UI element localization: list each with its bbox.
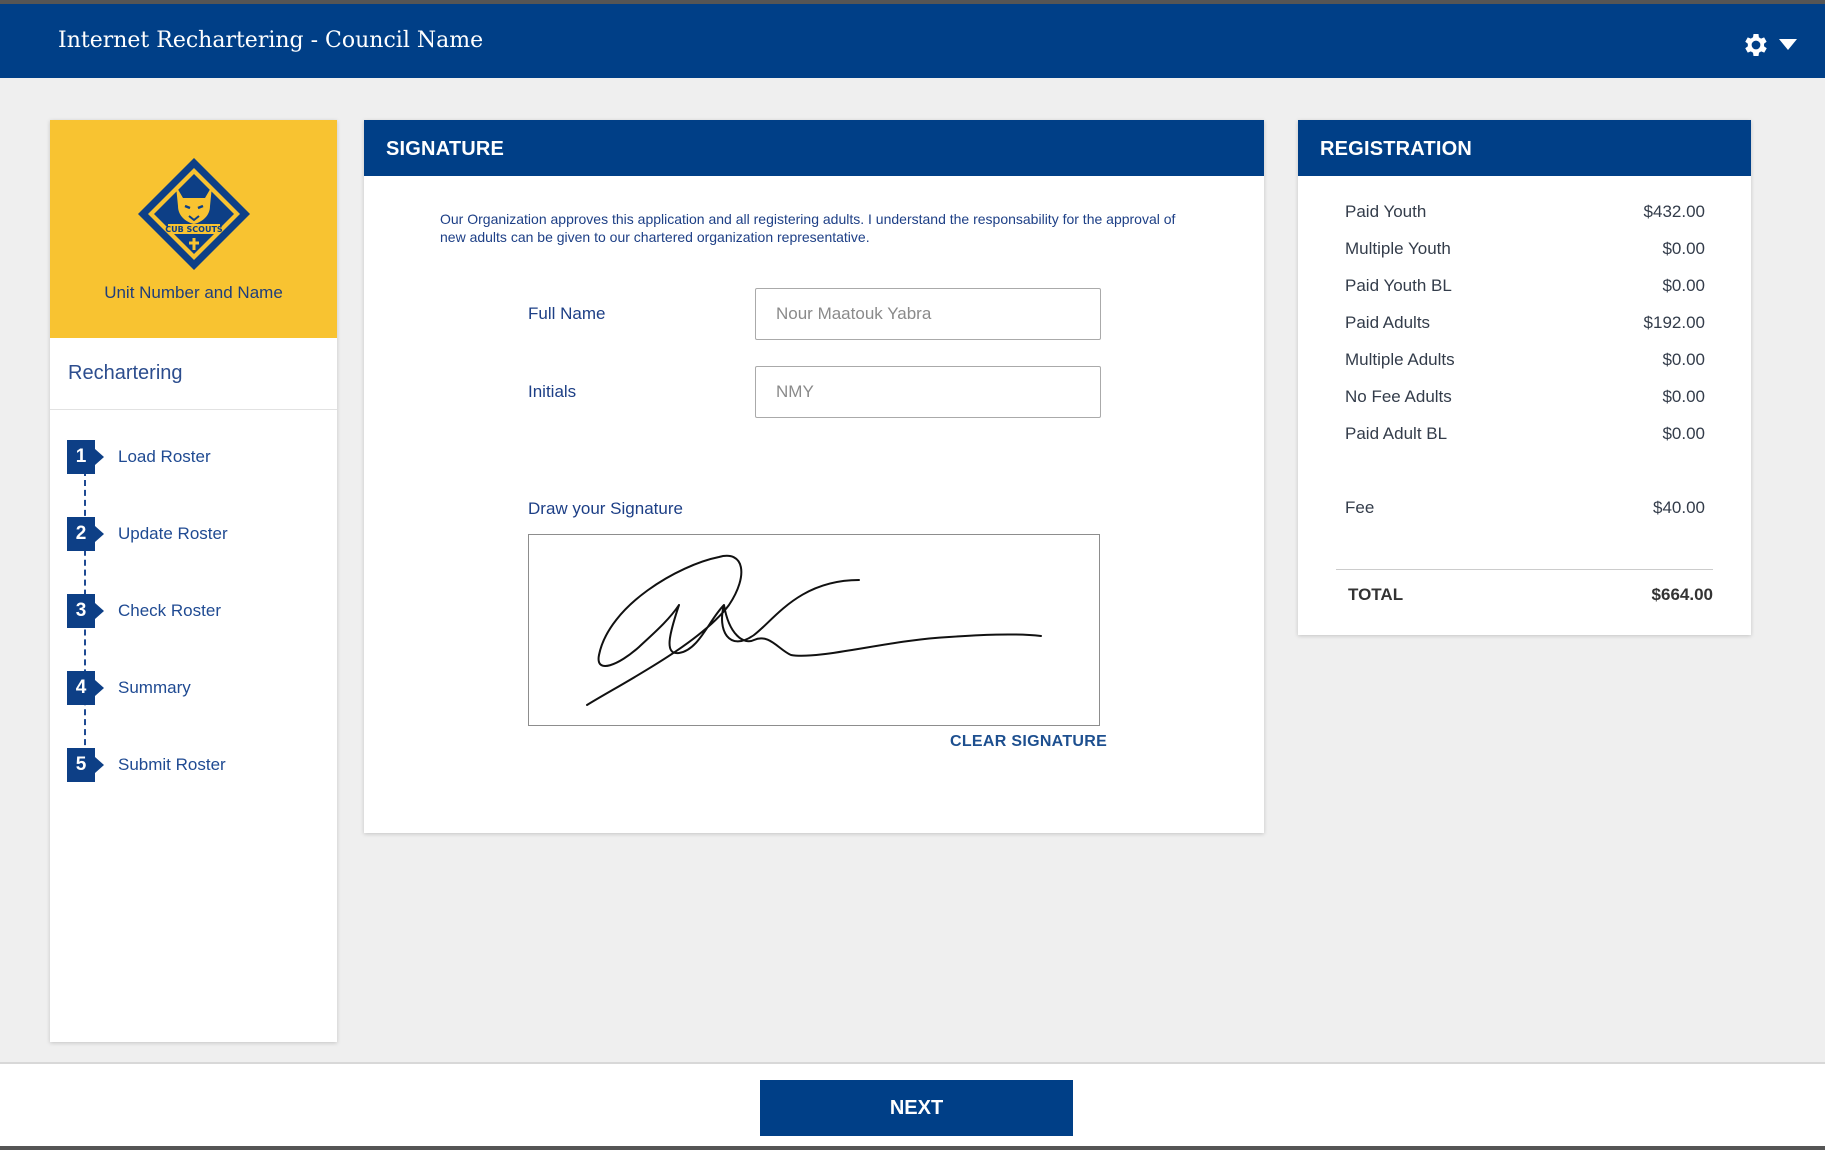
signature-pad[interactable]	[528, 534, 1100, 726]
fee-row: Fee $40.00	[1345, 498, 1705, 518]
row-label: Paid Adults	[1345, 313, 1431, 332]
row-label: Multiple Youth	[1345, 239, 1451, 258]
registration-header: REGISTRATION	[1298, 120, 1751, 176]
registration-row: Multiple Youth $0.00	[1345, 239, 1705, 259]
draw-signature-label: Draw your Signature	[528, 499, 683, 518]
fee-value: $40.00	[1653, 498, 1705, 517]
registration-row: Paid Youth BL $0.00	[1345, 276, 1705, 296]
total-row: TOTAL $664.00	[1348, 585, 1713, 605]
gear-icon	[1741, 30, 1771, 60]
registration-row: Paid Youth $432.00	[1345, 202, 1705, 222]
cub-scouts-logo: CUB SCOUTS	[136, 156, 252, 277]
row-label: Paid Adult BL	[1345, 424, 1448, 443]
step-check-roster[interactable]: 3 Check Roster	[50, 594, 337, 671]
step-summary[interactable]: 4 Summary	[50, 671, 337, 748]
signature-card: SIGNATURE Our Organization approves this…	[364, 120, 1264, 833]
sidebar: CUB SCOUTS Unit Number and Name Recharte…	[50, 120, 337, 1042]
registration-row: Paid Adults $192.00	[1345, 313, 1705, 333]
step-number-badge: 5	[67, 748, 104, 782]
initials-label: Initials	[528, 382, 577, 401]
row-label: No Fee Adults	[1345, 387, 1452, 406]
initials-input[interactable]	[755, 366, 1101, 418]
step-label: Submit Roster	[118, 755, 226, 774]
app-title: Internet Rechartering - Council Name	[58, 28, 484, 53]
fee-label: Fee	[1345, 498, 1375, 517]
caret-down-icon	[1779, 39, 1797, 51]
bottom-edge	[0, 1146, 1825, 1150]
step-load-roster[interactable]: 1 Load Roster	[50, 440, 337, 517]
step-number-badge: 4	[67, 671, 104, 705]
unit-header: CUB SCOUTS Unit Number and Name	[50, 120, 337, 338]
step-update-roster[interactable]: 2 Update Roster	[50, 517, 337, 594]
steps-list: 1 Load Roster 2 Update Roster 3 Check Ro…	[50, 410, 337, 825]
row-value: $0.00	[1662, 387, 1705, 406]
settings-menu-button[interactable]	[1741, 30, 1797, 60]
registration-card: REGISTRATION Paid Youth $432.00 Multiple…	[1298, 120, 1751, 635]
consent-text: Our Organization approves this applicati…	[440, 211, 1176, 245]
step-submit-roster[interactable]: 5 Submit Roster	[50, 748, 337, 825]
step-label: Update Roster	[118, 524, 228, 543]
section-title: Rechartering	[50, 338, 337, 410]
step-number-badge: 1	[67, 440, 104, 474]
step-number-badge: 2	[67, 517, 104, 551]
registration-row: Paid Adult BL $0.00	[1345, 424, 1705, 444]
total-value: $664.00	[1651, 585, 1713, 604]
row-label: Paid Youth	[1345, 202, 1427, 221]
registration-row: Multiple Adults $0.00	[1345, 350, 1705, 370]
row-value: $432.00	[1643, 202, 1705, 221]
top-bar: Internet Rechartering - Council Name	[0, 0, 1825, 78]
row-value: $192.00	[1643, 313, 1705, 332]
full-name-label: Full Name	[528, 304, 606, 323]
registration-row: No Fee Adults $0.00	[1345, 387, 1705, 407]
total-label: TOTAL	[1348, 585, 1404, 604]
full-name-input[interactable]	[755, 288, 1101, 340]
step-label: Summary	[118, 678, 191, 697]
step-label: Check Roster	[118, 601, 221, 620]
row-label: Multiple Adults	[1345, 350, 1455, 369]
row-label: Paid Youth BL	[1345, 276, 1452, 295]
unit-name: Unit Number and Name	[104, 283, 283, 302]
row-value: $0.00	[1662, 276, 1705, 295]
clear-signature-button[interactable]: CLEAR SIGNATURE	[950, 733, 1107, 751]
total-divider	[1336, 569, 1713, 570]
row-value: $0.00	[1662, 424, 1705, 443]
row-value: $0.00	[1662, 239, 1705, 258]
svg-text:CUB SCOUTS: CUB SCOUTS	[165, 225, 223, 234]
bottom-bar: NEXT	[0, 1062, 1825, 1150]
step-number-badge: 3	[67, 594, 104, 628]
row-value: $0.00	[1662, 350, 1705, 369]
signature-drawing	[586, 554, 1042, 706]
step-label: Load Roster	[118, 447, 211, 466]
signature-header: SIGNATURE	[364, 120, 1264, 176]
next-button[interactable]: NEXT	[760, 1080, 1073, 1136]
